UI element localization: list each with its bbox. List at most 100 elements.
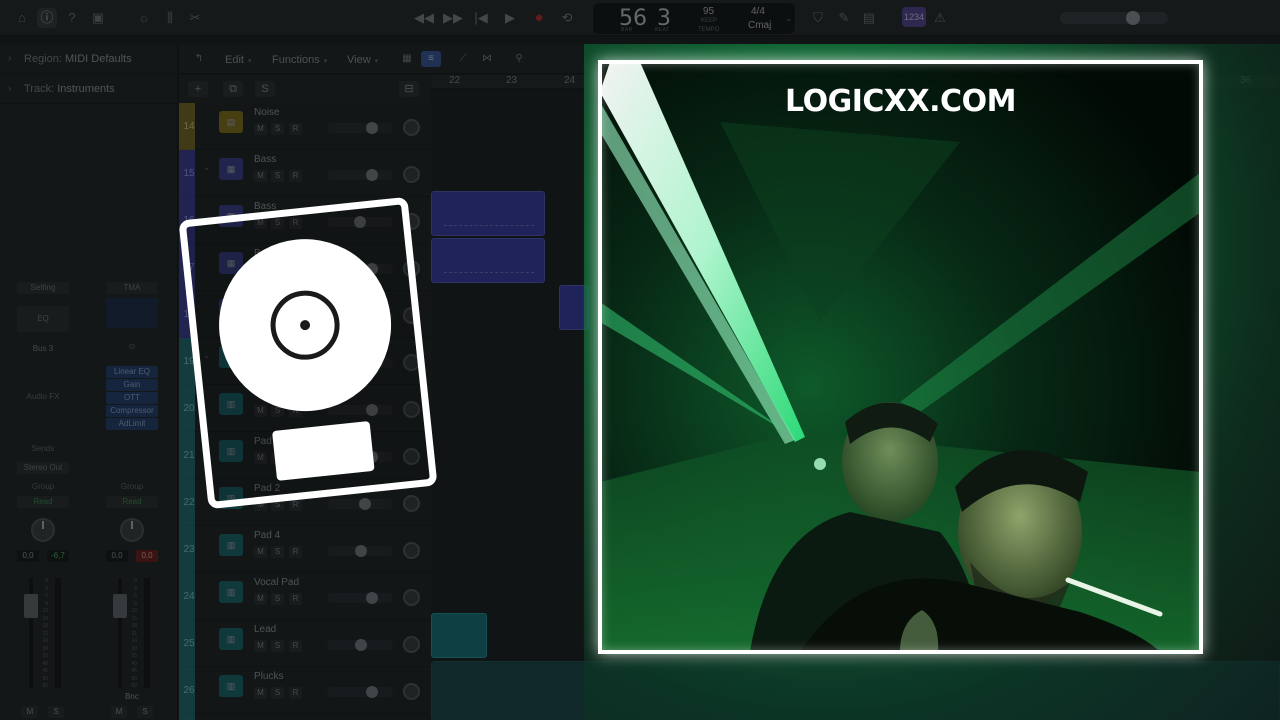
mute-button[interactable]: M bbox=[254, 170, 267, 182]
automation-mode-button[interactable]: Read bbox=[106, 496, 158, 508]
view-menu[interactable]: View ▾ bbox=[347, 52, 378, 68]
volume-slider-knob[interactable] bbox=[365, 592, 378, 604]
pan-knob[interactable] bbox=[403, 495, 420, 512]
volume-fader-cap[interactable] bbox=[113, 594, 127, 618]
track-volume-slider[interactable] bbox=[327, 686, 393, 698]
warning-icon[interactable]: ⚠ bbox=[930, 8, 950, 28]
record-button[interactable]: R bbox=[289, 546, 302, 558]
track-volume-slider[interactable] bbox=[327, 169, 393, 181]
pan-knob[interactable] bbox=[403, 166, 420, 183]
synth-instrument-icon[interactable]: ▥ bbox=[219, 581, 243, 603]
link-icon[interactable]: ⊙ bbox=[106, 342, 158, 351]
audio-fx-slot[interactable]: Linear EQ bbox=[106, 366, 158, 378]
setting-button[interactable]: Setting bbox=[17, 282, 69, 294]
group-label[interactable]: Group bbox=[106, 482, 158, 491]
volume-slider-knob[interactable] bbox=[359, 498, 372, 510]
list-view-icon[interactable]: ≡ bbox=[421, 51, 441, 67]
track-name[interactable]: Pad 4 bbox=[254, 530, 280, 541]
pan-knob[interactable] bbox=[403, 542, 420, 559]
audio-region[interactable] bbox=[431, 613, 487, 658]
mute-button[interactable]: M bbox=[254, 687, 267, 699]
shield-icon[interactable]: ⛉ bbox=[808, 8, 828, 28]
track-volume-slider[interactable] bbox=[327, 639, 393, 651]
mixer-icon[interactable]: ⫼ bbox=[160, 8, 180, 28]
bus-label[interactable]: Bus 3 bbox=[17, 344, 69, 353]
volume-slider-knob[interactable] bbox=[365, 122, 378, 134]
track-volume-slider[interactable] bbox=[327, 122, 393, 134]
rewind-button[interactable]: ◀◀ bbox=[412, 8, 436, 28]
peak-readout[interactable]: -6,7 bbox=[47, 550, 69, 562]
track-name[interactable]: Lead bbox=[254, 624, 276, 635]
track-name[interactable]: Vocal Pad bbox=[254, 577, 299, 588]
eq-display[interactable]: EQ bbox=[17, 306, 69, 332]
track-volume-slider[interactable] bbox=[327, 498, 393, 510]
score-icon[interactable]: ▤ bbox=[859, 8, 879, 28]
record-button[interactable]: R bbox=[289, 123, 302, 135]
count-in-badge[interactable]: 1234 bbox=[902, 7, 926, 27]
inbox-icon[interactable]: ⌂ bbox=[12, 8, 32, 28]
flex-icon[interactable]: ⋈ bbox=[477, 51, 497, 67]
solo-button[interactable]: S bbox=[48, 706, 64, 718]
mute-button[interactable]: M bbox=[254, 546, 267, 558]
solo-button[interactable]: S bbox=[271, 123, 284, 135]
channel-name[interactable]: Bnc bbox=[106, 692, 158, 701]
duplicate-track-icon[interactable]: ⧉ bbox=[223, 81, 243, 97]
solo-button[interactable]: S bbox=[271, 170, 284, 182]
catch-icon[interactable]: ⚲ bbox=[509, 51, 529, 67]
pan-knob[interactable] bbox=[403, 589, 420, 606]
chevron-down-icon[interactable]: ⌄ bbox=[203, 162, 211, 173]
mute-button[interactable]: M bbox=[254, 593, 267, 605]
track-name[interactable]: Bass bbox=[254, 154, 276, 165]
volume-slider-knob[interactable] bbox=[355, 639, 368, 651]
functions-menu[interactable]: Functions ▾ bbox=[272, 52, 327, 68]
audio-fx-slot[interactable]: OTT bbox=[106, 392, 158, 404]
track-row[interactable]: 14 ▤ Noise M S R bbox=[179, 103, 431, 150]
volume-slider-knob[interactable] bbox=[355, 545, 368, 557]
volume-readout[interactable]: 0,0 bbox=[17, 550, 39, 562]
output-button[interactable]: Stereo Out bbox=[17, 462, 69, 474]
lcd-display[interactable]: 56 3 BAR BEAT 95 KEEP TEMPO 4/4 Cmaj ⌄ bbox=[592, 2, 796, 35]
track-row[interactable]: 15 ⌄ ▦ Bass M S R bbox=[179, 150, 431, 197]
mute-button[interactable]: M bbox=[254, 123, 267, 135]
track-name[interactable]: Plucks bbox=[254, 671, 283, 682]
track-volume-slider[interactable] bbox=[327, 545, 393, 557]
fast-forward-button[interactable]: ▶▶ bbox=[441, 8, 465, 28]
midi-region[interactable] bbox=[431, 238, 545, 283]
track-volume-slider[interactable] bbox=[327, 592, 393, 604]
pan-knob[interactable] bbox=[120, 518, 144, 542]
record-button[interactable]: R bbox=[289, 687, 302, 699]
mute-button[interactable]: M bbox=[254, 640, 267, 652]
library-icon[interactable]: ▣ bbox=[88, 8, 108, 28]
volume-slider-knob[interactable] bbox=[365, 686, 378, 698]
pan-knob[interactable] bbox=[403, 119, 420, 136]
volume-readout[interactable]: 0,0 bbox=[106, 550, 128, 562]
brightness-icon[interactable]: ☼ bbox=[134, 8, 154, 28]
record-button[interactable]: R bbox=[289, 593, 302, 605]
volume-fader-cap[interactable] bbox=[24, 594, 38, 618]
track-row[interactable]: 23 ▥ Pad 4MSR bbox=[179, 526, 431, 573]
pan-knob[interactable] bbox=[403, 636, 420, 653]
track-section-header[interactable]: › Track: Instruments bbox=[0, 74, 178, 104]
track-row[interactable]: 25 ▥ Lead M S R bbox=[179, 620, 431, 667]
eq-display[interactable] bbox=[106, 298, 158, 328]
record-button[interactable]: R bbox=[289, 170, 302, 182]
synth-instrument-icon[interactable]: ▥ bbox=[219, 675, 243, 697]
go-to-start-button[interactable]: |◀ bbox=[469, 8, 493, 28]
grid-view-icon[interactable]: ▦ bbox=[397, 51, 417, 67]
audio-fx-label[interactable]: Audio FX bbox=[17, 392, 69, 401]
solo-button[interactable]: S bbox=[271, 687, 284, 699]
record-button[interactable]: ● bbox=[527, 8, 551, 28]
midi-region[interactable] bbox=[431, 191, 545, 236]
solo-button[interactable]: S bbox=[271, 546, 284, 558]
audio-fx-slot[interactable]: AdLimit bbox=[106, 418, 158, 430]
pan-knob[interactable] bbox=[403, 683, 420, 700]
automation-icon[interactable]: ⟋ bbox=[453, 51, 473, 67]
audio-fx-slot[interactable]: Gain bbox=[106, 379, 158, 391]
edit-menu[interactable]: Edit ▾ bbox=[225, 52, 251, 68]
setting-button[interactable]: TMA bbox=[106, 282, 158, 294]
automation-mode-button[interactable]: Read bbox=[17, 496, 69, 508]
cycle-button[interactable]: ⟲ bbox=[555, 8, 579, 28]
track-row[interactable]: 26 ▥ Plucks M S R bbox=[179, 667, 431, 714]
audio-fx-slot[interactable]: Compressor bbox=[106, 405, 158, 417]
pan-knob[interactable] bbox=[31, 518, 55, 542]
